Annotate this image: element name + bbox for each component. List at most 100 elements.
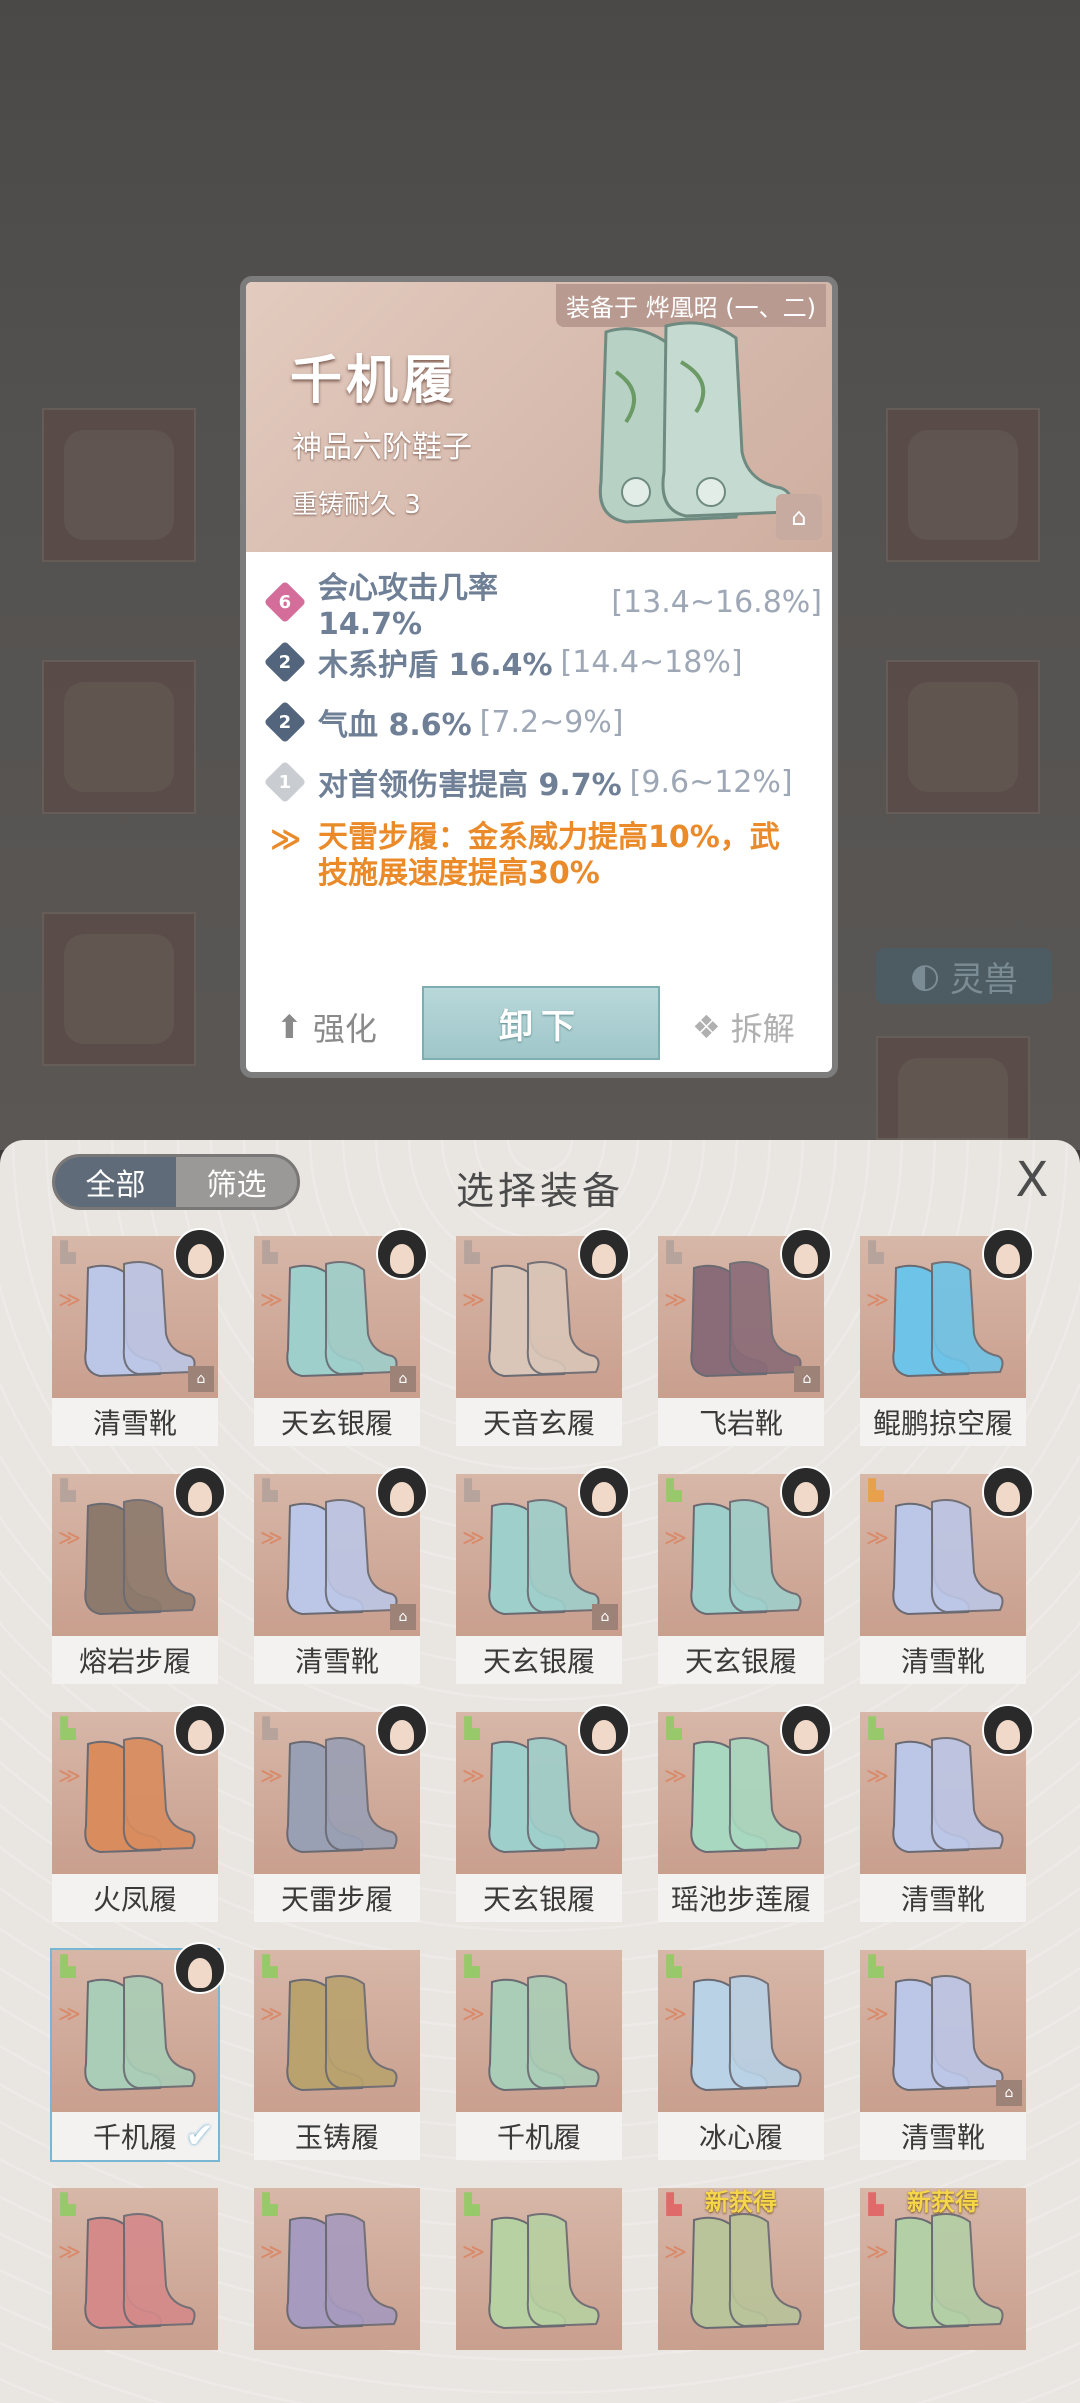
stats-list: 6 会心攻击几率 14.7% [13.4~16.8%] 2 木系护盾 16.4%… <box>263 571 822 892</box>
boots-icon <box>286 1499 398 1616</box>
select-equipment-panel: 全部 筛选 选择装备 X ▙ ≫ ⌂ 清雪靴 ▙ ≫ ⌂ 天玄银履 ▙ ≫ 天音玄履 ▙ ≫ ⌂ 飞岩靴 ▙ ≫… <box>0 1140 1080 2403</box>
bg-equip-slot <box>886 660 1040 814</box>
equipment-image: ▙ ≫ <box>860 1228 1034 1398</box>
equipment-image: ▙ ≫ <box>456 2188 622 2350</box>
set-bonus: ≫ 天雷步履：金系威力提高10%，武 技施展速度提高30% <box>270 820 822 892</box>
equipment-tile[interactable]: ▙ ≫ 玉铸履 <box>254 1950 420 2160</box>
dismantle-button[interactable]: ❖ 拆解 <box>692 1004 795 1050</box>
equipment-tile[interactable]: ▙ ≫ <box>254 2188 420 2398</box>
equipment-image: ▙ ≫ ⌂ <box>254 1466 428 1636</box>
equipment-tile[interactable]: ▙ ≫ 熔岩步履 <box>52 1466 226 1684</box>
character-avatar <box>174 1466 226 1518</box>
equipment-tile[interactable]: ▙ ≫ 千机履 <box>456 1950 622 2160</box>
pet-button[interactable]: ◐ 灵兽 <box>876 948 1052 1004</box>
equipment-tile[interactable]: ▙ ≫ 清雪靴 <box>860 1704 1034 1922</box>
strengthen-button[interactable]: ⬆ 强化 <box>276 1004 377 1050</box>
equipment-tile[interactable]: ▙ ≫ ⌂ 清雪靴 <box>52 1228 226 1446</box>
equipment-name: 天音玄履 <box>456 1398 622 1446</box>
equipment-tile[interactable]: ▙ ≫ ⌂ 天玄银履 <box>254 1228 428 1446</box>
boots-icon <box>84 1975 196 2092</box>
stat-level-icon: 2 <box>263 700 307 744</box>
lock-icon[interactable]: ⌂ <box>776 494 822 540</box>
equipment-image: ▙ ≫ <box>52 1704 226 1874</box>
unequip-button[interactable]: 卸下 <box>422 986 660 1060</box>
equipment-tile[interactable]: ▙ ≫ 天音玄履 <box>456 1228 630 1446</box>
stat-row: 6 会心攻击几率 14.7% [13.4~16.8%] <box>263 571 822 642</box>
equipment-name: 冰心履 <box>658 2112 824 2160</box>
boots-icon <box>286 1261 398 1378</box>
character-avatar <box>982 1466 1034 1518</box>
equipment-tile[interactable]: ▙ ≫ <box>456 2188 622 2398</box>
boots-icon <box>690 1261 802 1378</box>
equipment-tile[interactable]: ▙ ≫ 瑶池步莲履 <box>658 1704 832 1922</box>
equipment-tile[interactable]: ▙ ≫ 千机履 ✔ <box>50 1942 226 2162</box>
pet-label: 灵兽 <box>949 959 1018 1000</box>
set-bonus-line2: 技施展速度提高30% <box>318 856 600 891</box>
equipment-name: 天玄银履 <box>456 1874 622 1922</box>
stat-range: [7.2~9%] <box>479 704 624 740</box>
equipment-image: ▙ ≫ 新获得 <box>658 2188 824 2350</box>
arrow-up-icon: ⬆ <box>276 1008 303 1046</box>
equipment-image: ▙ ≫ <box>254 1950 420 2112</box>
card-footer: ⬆ 强化 卸下 ❖ 拆解 <box>246 976 832 1072</box>
equipment-name: 火凤履 <box>52 1874 218 1922</box>
equipment-name: 清雪靴 <box>860 2112 1026 2160</box>
equipment-image: ▙ ≫ <box>860 1466 1034 1636</box>
card-header: 装备于 烨凰昭 (一、二) 千机履 神品六阶鞋子 重铸耐久 3 ⌂ <box>246 282 832 552</box>
equipment-image: ▙ ≫ <box>860 1704 1034 1874</box>
equipment-tile[interactable]: ▙ ≫ 新获得 <box>658 2188 824 2398</box>
equipment-image: ▙ ≫ ⌂ <box>860 1950 1026 2112</box>
character-avatar <box>780 1704 832 1756</box>
boots-icon <box>892 2213 1004 2330</box>
boots-icon <box>488 1975 600 2092</box>
equipment-name: 玉铸履 <box>254 2112 420 2160</box>
lock-icon: ⌂ <box>996 2080 1022 2106</box>
character-avatar <box>578 1228 630 1280</box>
equipment-tile[interactable]: ▙ ≫ ⌂ 清雪靴 <box>860 1950 1026 2160</box>
equipment-tile[interactable]: ▙ ≫ 火凤履 <box>52 1704 226 1922</box>
stat-text: 对首领伤害提高 9.7% <box>318 768 622 803</box>
equipment-tile[interactable]: ▙ ≫ ⌂ 清雪靴 <box>254 1466 428 1684</box>
equipment-name: 千机履 <box>456 2112 622 2160</box>
character-avatar <box>174 1228 226 1280</box>
new-badge: 新获得 <box>907 2188 979 2216</box>
character-avatar <box>578 1466 630 1518</box>
equipment-tile[interactable]: ▙ ≫ 天玄银履 <box>456 1704 630 1922</box>
equipment-tile[interactable]: ▙ ≫ ⌂ 飞岩靴 <box>658 1228 832 1446</box>
character-avatar <box>780 1228 832 1280</box>
equipment-tile[interactable]: ▙ ≫ <box>52 2188 218 2398</box>
stat-row: 1 对首领伤害提高 9.7% [9.6~12%] <box>263 752 822 812</box>
equipment-tile[interactable]: ▙ ≫ 冰心履 <box>658 1950 824 2160</box>
equipment-name: 天玄银履 <box>456 1636 622 1684</box>
equipment-tile[interactable]: ▙ ≫ ⌂ 天玄银履 <box>456 1466 630 1684</box>
equipment-image: ▙ ≫ <box>658 1466 832 1636</box>
character-avatar <box>174 1704 226 1756</box>
equipment-tile[interactable]: ▙ ≫ 鲲鹏掠空履 <box>860 1228 1034 1446</box>
boots-icon <box>286 2213 398 2330</box>
equipment-image: ▙ ≫ <box>254 2188 420 2350</box>
bg-equip-slot <box>876 1036 1030 1168</box>
equipment-tile[interactable]: ▙ ≫ 天雷步履 <box>254 1704 428 1922</box>
equipment-name: 天雷步履 <box>254 1874 420 1922</box>
equipment-tile[interactable]: ▙ ≫ 天玄银履 <box>658 1466 832 1684</box>
equipment-image: ▙ ≫ ⌂ <box>658 1228 832 1398</box>
boots-icon <box>690 1499 802 1616</box>
boots-icon <box>84 1499 196 1616</box>
equipment-image: ▙ ≫ <box>456 1704 630 1874</box>
boots-icon <box>84 1737 196 1854</box>
close-button[interactable]: X <box>1008 1156 1056 1204</box>
equipment-name: 瑶池步莲履 <box>658 1874 824 1922</box>
equipment-name: 清雪靴 <box>860 1636 1026 1684</box>
set-bonus-icon: ≫ <box>270 822 302 857</box>
equipment-name: 清雪靴 <box>52 1398 218 1446</box>
equipment-image: ▙ ≫ <box>456 1950 622 2112</box>
character-avatar <box>982 1228 1034 1280</box>
equipment-image: ▙ ≫ ⌂ <box>456 1466 630 1636</box>
stat-row: 2 气血 8.6% [7.2~9%] <box>263 692 822 752</box>
character-avatar <box>982 1704 1034 1756</box>
equipment-tile[interactable]: ▙ ≫ 清雪靴 <box>860 1466 1034 1684</box>
lock-icon: ⌂ <box>592 1604 618 1630</box>
stat-text: 气血 8.6% <box>318 708 472 743</box>
equipment-tile[interactable]: ▙ ≫ 新获得 <box>860 2188 1026 2398</box>
character-avatar <box>376 1466 428 1518</box>
